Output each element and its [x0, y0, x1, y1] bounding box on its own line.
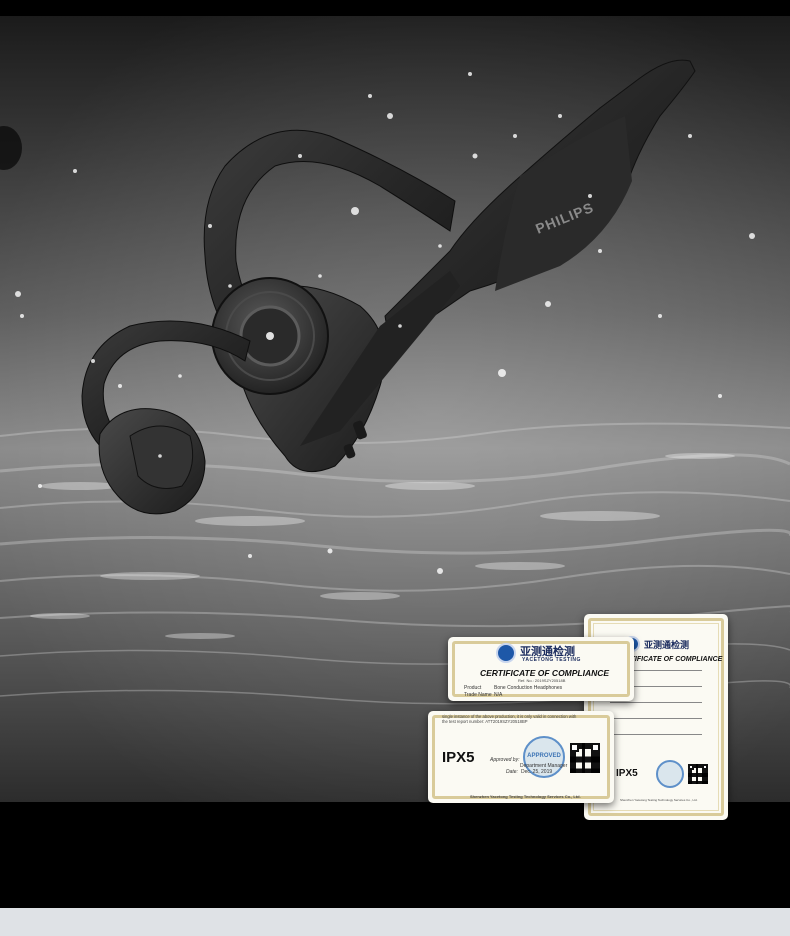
date-label: Date:: [506, 769, 518, 775]
approved-label: Approved by:: [490, 757, 520, 763]
cert-text-line2: the test report number: ATT2019SZY20518B…: [442, 719, 528, 724]
stamp-text: APPROVED: [527, 753, 561, 759]
yacetong-logo-icon: [496, 643, 516, 663]
date-value: Dec. 25, 2019: [521, 769, 553, 775]
company-name: Shenzhen Yacetong Testing Technology Ser…: [620, 798, 698, 802]
trade-label: Trade Name: [464, 692, 492, 698]
ipx-rating: IPX5: [616, 768, 638, 779]
ipx-rating: IPX5: [442, 749, 475, 766]
product-photo-stage: PHILIPS 亚测通检测 CERTIFICATE OF COMPLIANCE …: [0, 0, 790, 936]
certificate-title: CERTIFICATE OF COMPLIANCE: [480, 668, 610, 678]
footer-bar: [0, 908, 790, 936]
qr-code-icon: [688, 764, 708, 784]
trade-value: N/A: [494, 692, 503, 698]
issuer-cn: 亚测通检测: [644, 641, 690, 651]
product-label: Product: [464, 685, 482, 691]
certificate-front-bottom: single instance of the above production,…: [428, 711, 614, 803]
certificate-front-top: 亚测通检测 YACETONG TESTING CERTIFICATE OF CO…: [448, 637, 634, 701]
company-name: Shenzhen Yacetong Testing Technology Ser…: [470, 794, 581, 799]
issuer-en: YACETONG TESTING: [522, 657, 581, 663]
qr-code-icon: [570, 743, 600, 773]
product-value: Bone Conduction Headphones: [494, 685, 563, 691]
approved-stamp-icon: [656, 760, 684, 788]
ref-number: Ref. No.: 2019SZY20518B: [518, 678, 566, 683]
